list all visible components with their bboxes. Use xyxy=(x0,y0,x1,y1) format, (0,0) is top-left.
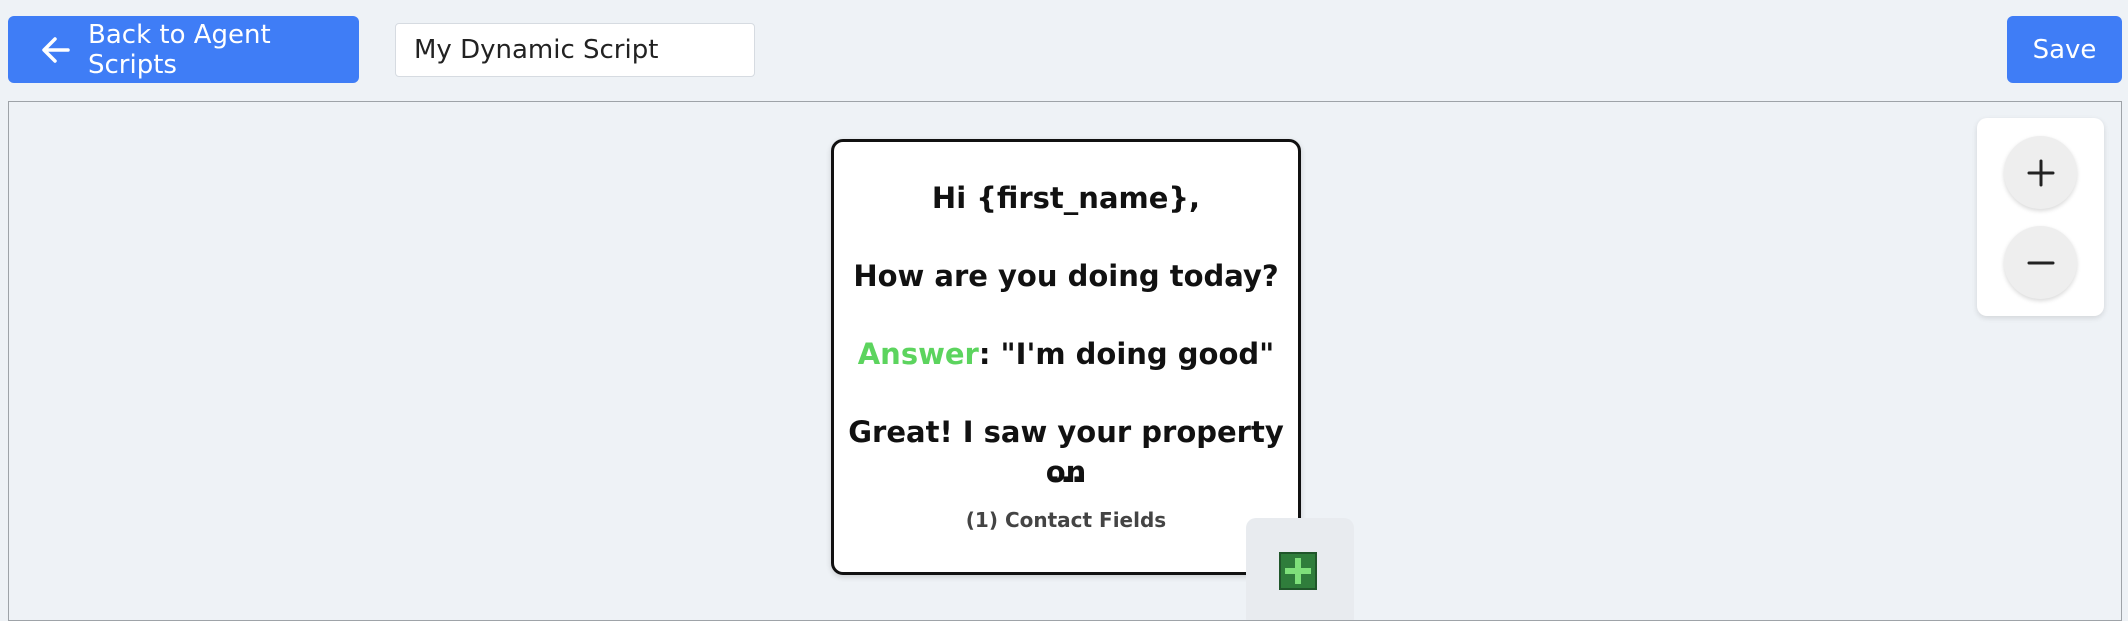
arrow-left-icon xyxy=(40,34,72,66)
node-answer: Answer: "I'm doing good" xyxy=(834,334,1298,374)
node-response-ellipsis: ... xyxy=(1049,455,1083,489)
add-node-button[interactable] xyxy=(1279,552,1317,590)
node-question: How are you doing today? xyxy=(853,259,1279,293)
answer-text: : "I'm doing good" xyxy=(978,337,1275,371)
top-bar: Back to Agent Scripts Save xyxy=(0,0,2128,100)
back-to-agent-scripts-button[interactable]: Back to Agent Scripts xyxy=(8,16,359,83)
script-canvas[interactable]: Hi {first_name}, How are you doing today… xyxy=(8,101,2122,621)
back-button-label: Back to Agent Scripts xyxy=(88,19,271,80)
zoom-out-button[interactable] xyxy=(2004,226,2077,299)
save-button[interactable]: Save xyxy=(2007,16,2122,83)
plus-icon xyxy=(2026,158,2056,188)
minus-icon xyxy=(2026,248,2056,278)
script-node[interactable]: Hi {first_name}, How are you doing today… xyxy=(831,139,1301,575)
answer-label: Answer xyxy=(857,337,979,371)
contact-fields-count: (1) Contact Fields xyxy=(965,508,1167,532)
node-greeting: Hi {first_name}, xyxy=(931,181,1201,215)
zoom-controls xyxy=(1977,118,2104,316)
script-name-input[interactable] xyxy=(395,23,755,77)
plus-icon xyxy=(1285,558,1311,584)
zoom-in-button[interactable] xyxy=(2004,136,2077,209)
